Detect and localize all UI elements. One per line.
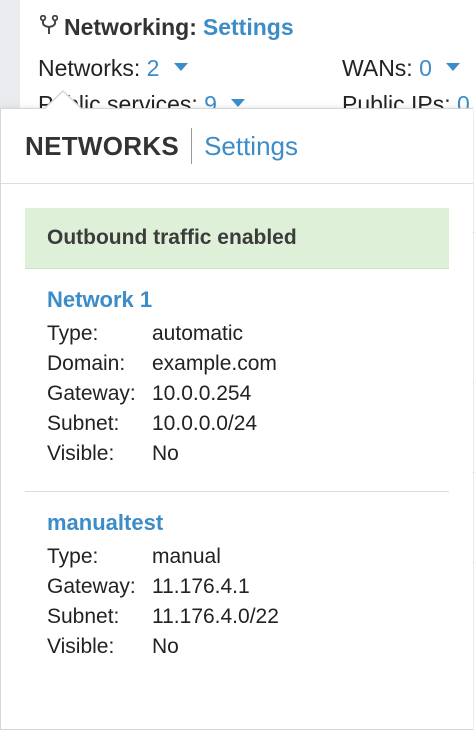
caret-down-icon <box>446 62 461 71</box>
field-value: 11.176.4.1 <box>152 575 250 598</box>
field-label: Subnet: <box>47 412 120 435</box>
networking-title: Networking: Settings <box>39 14 294 41</box>
network-field-row: Visible: No <box>47 439 427 469</box>
field-value: No <box>152 442 179 465</box>
field-value: automatic <box>152 322 244 345</box>
field-label: Domain: <box>47 352 126 375</box>
field-label: Gateway: <box>47 382 136 405</box>
network-name-link[interactable]: manualtest <box>47 510 427 536</box>
popover-header: NETWORKS Settings <box>1 109 473 184</box>
network-item: manualtest Type: manual Gateway: 11.176.… <box>25 492 449 662</box>
network-name-link[interactable]: Network 1 <box>47 287 427 313</box>
field-label: Visible: <box>47 442 115 465</box>
field-label: Type: <box>47 322 99 345</box>
networks-count-dropdown[interactable]: Networks: 2 <box>38 55 188 82</box>
popover-body: Outbound traffic enabled Network 1 Type:… <box>1 184 473 662</box>
caret-down-icon <box>231 98 246 107</box>
network-fork-icon <box>39 14 59 41</box>
networks-popover: NETWORKS Settings Outbound traffic enabl… <box>0 90 473 730</box>
field-label: Subnet: <box>47 605 120 628</box>
popover-title: NETWORKS <box>25 130 180 161</box>
field-value: manual <box>152 545 221 568</box>
field-value: No <box>152 635 179 658</box>
wans-count-dropdown[interactable]: WANs: 0 <box>342 55 461 82</box>
wans-value: 0 <box>419 55 432 81</box>
network-field-row: Subnet: 11.176.4.0/22 <box>47 602 427 632</box>
field-value: example.com <box>152 352 277 375</box>
network-field-row: Subnet: 10.0.0.0/24 <box>47 409 427 439</box>
networking-settings-link[interactable]: Settings <box>203 14 294 41</box>
networks-label: Networks: <box>38 55 141 81</box>
network-field-row: Type: automatic <box>47 319 427 349</box>
field-label: Gateway: <box>47 575 136 598</box>
caret-down-icon <box>173 62 188 71</box>
outbound-traffic-alert: Outbound traffic enabled <box>25 208 449 269</box>
field-label: Type: <box>47 545 99 568</box>
networking-label: Networking: <box>64 14 197 40</box>
popover-arrow-fill <box>44 92 82 110</box>
field-value: 10.0.0.254 <box>152 382 252 405</box>
field-value: 10.0.0.0/24 <box>152 412 258 435</box>
field-value: 11.176.4.0/22 <box>152 605 279 628</box>
networks-value: 2 <box>146 55 160 81</box>
popover-settings-link[interactable]: Settings <box>204 131 298 162</box>
field-label: Visible: <box>47 635 115 658</box>
network-field-row: Domain: example.com <box>47 349 427 379</box>
network-field-row: Gateway: 10.0.0.254 <box>47 379 427 409</box>
network-field-row: Visible: No <box>47 632 427 662</box>
network-field-row: Gateway: 11.176.4.1 <box>47 572 427 602</box>
network-item: Network 1 Type: automatic Domain: exampl… <box>25 269 449 469</box>
network-field-row: Type: manual <box>47 542 427 572</box>
header-separator <box>191 128 193 164</box>
wans-label: WANs: <box>342 55 413 81</box>
